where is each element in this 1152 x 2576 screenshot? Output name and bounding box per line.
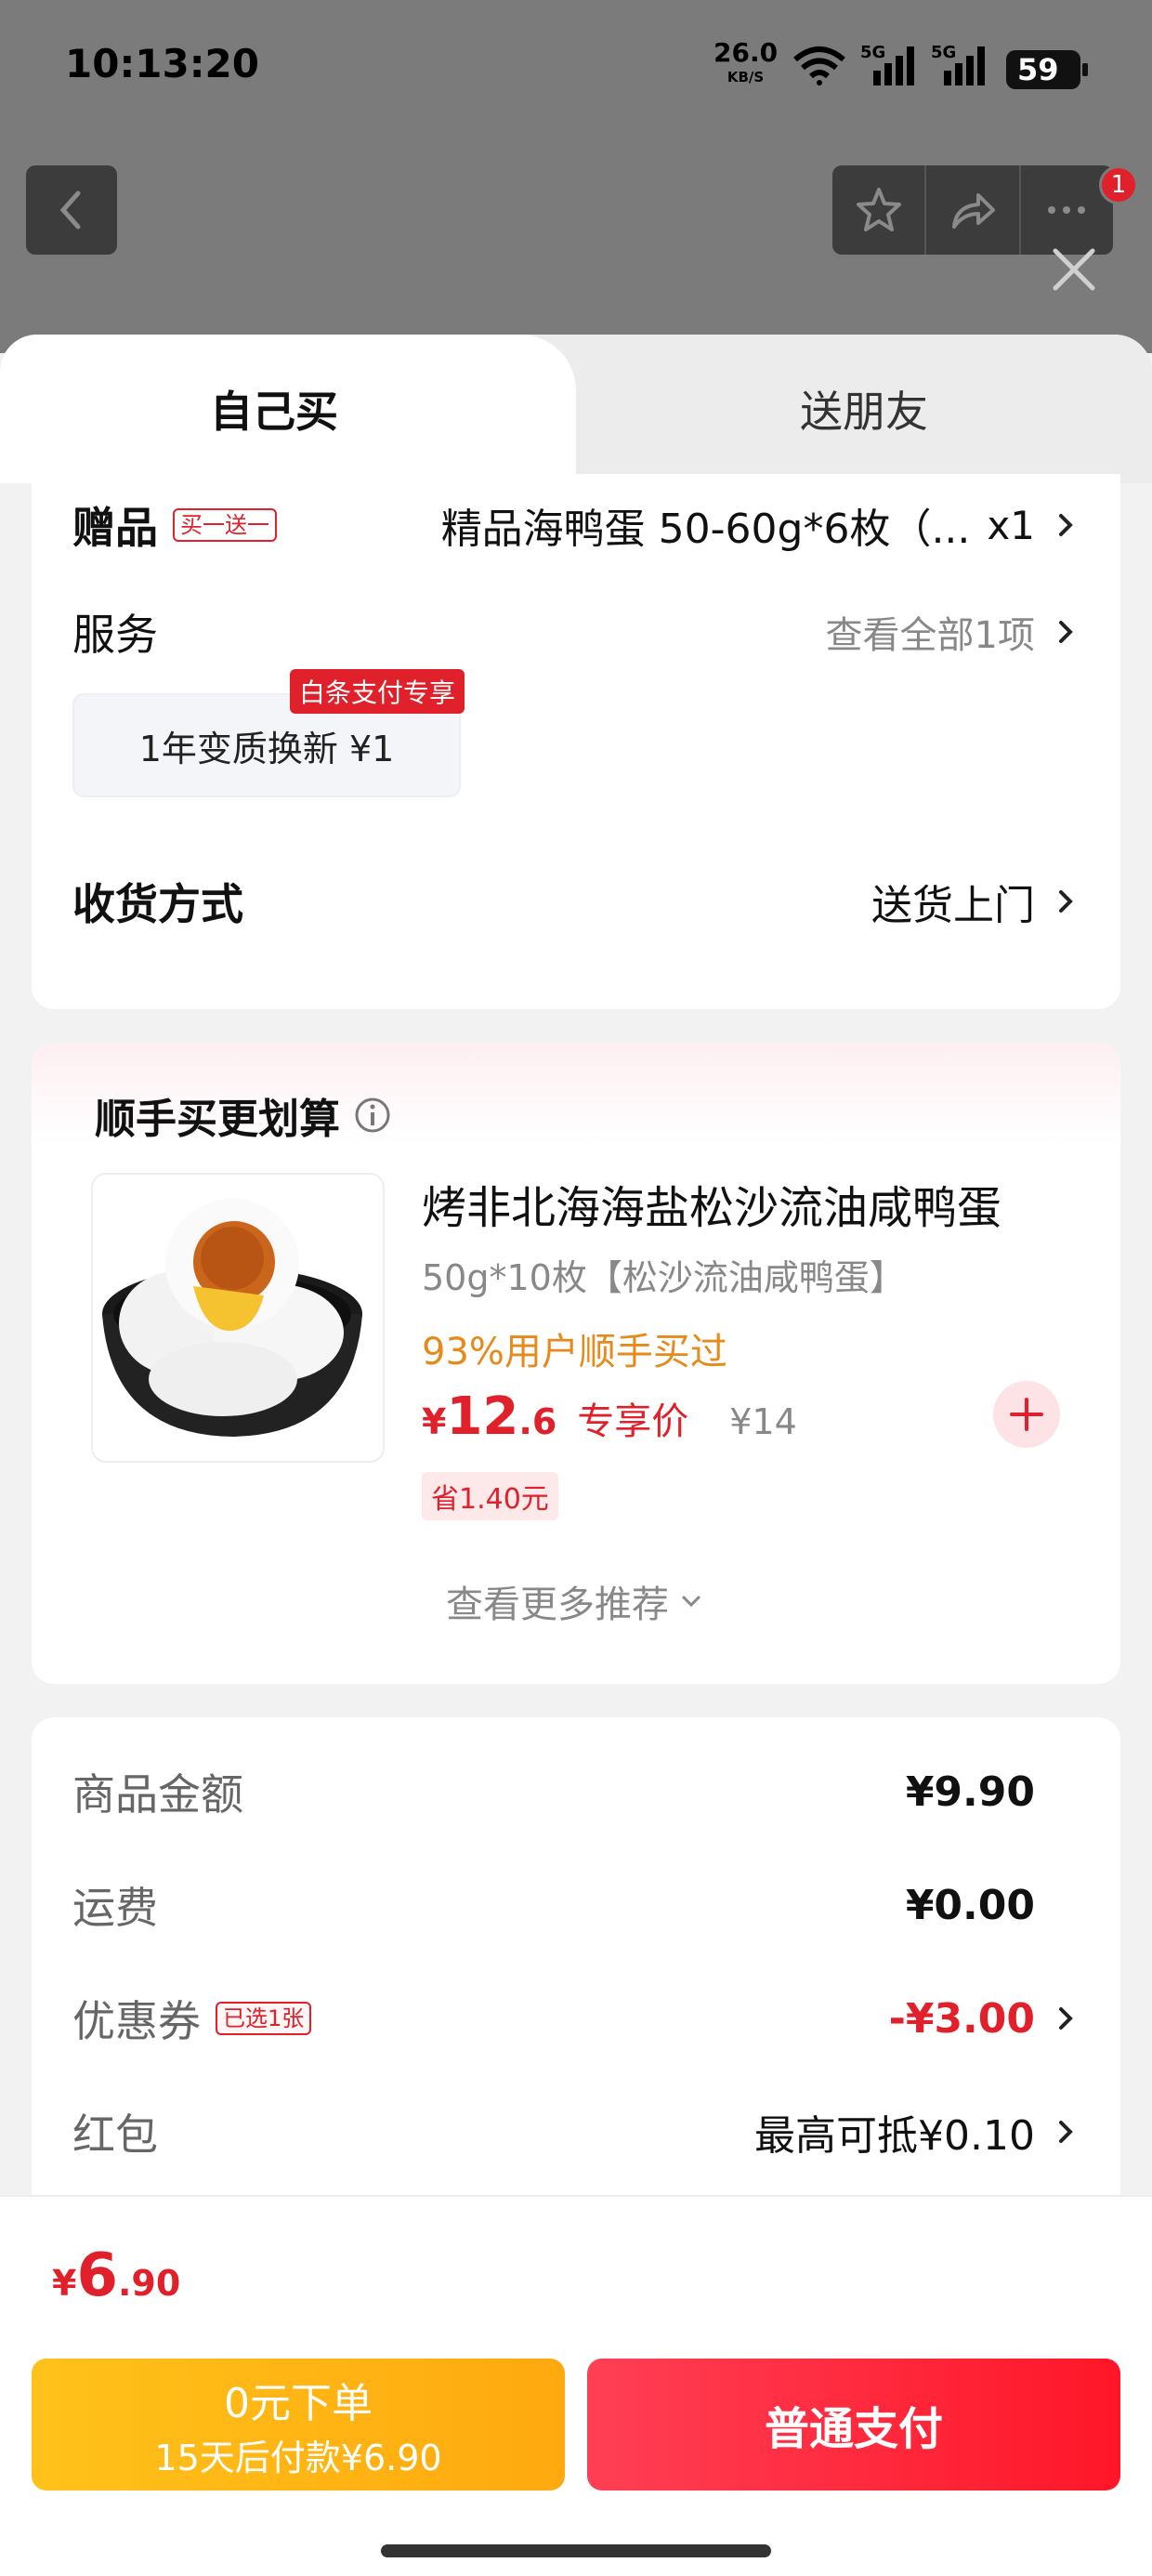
chevron-right-icon [1059,2121,1073,2143]
shipping-row: 运费 ¥0.00 [72,1859,1080,1952]
total-price: ¥ 6 .90 [52,2241,180,2310]
pay-later-button[interactable]: 0元下单 15天后付款¥6.90 [32,2359,565,2491]
service-row[interactable]: 服务 查看全部1项 [72,585,1080,678]
goods-amount-label: 商品金额 [72,1769,243,1820]
chevron-right-icon [1059,890,1073,913]
total-int: 6 [76,2241,118,2310]
coupon-row[interactable]: 优惠券 已选1张 -¥3.00 [72,1972,1080,2065]
delivery-value: 送货上门 [871,882,1035,929]
delivery-row[interactable]: 收货方式 送货上门 [72,846,1080,957]
chevron-right-icon [1059,2007,1073,2030]
coupon-label: 优惠券 [72,1996,201,2046]
delivery-label: 收货方式 [72,879,243,929]
price-dec: .6 [518,1401,557,1442]
price-symbol: ¥ [422,1401,447,1442]
redpack-value: 最高可抵¥0.10 [754,2112,1035,2160]
recommend-title: 顺手买更划算 [95,1096,340,1143]
gift-row[interactable]: 赠品 买一送一 精品海鸭蛋 50-60g*6枚（... x1 [72,474,1080,576]
home-indicator[interactable] [381,2544,771,2557]
redpack-value-wrap: 最高可抵¥0.10 [754,2102,1080,2162]
pay-later-line1: 0元下单 [224,2379,373,2427]
wifi-icon [793,46,845,85]
gift-value: 精品海鸭蛋 50-60g*6枚（... [440,506,971,553]
product-title[interactable]: 烤非北海海盐松沙流油咸鸭蛋 [422,1171,1001,1236]
notification-badge: 1 [1099,165,1138,204]
add-button[interactable] [993,1381,1060,1448]
status-bar: 10:13:20 26.0 KB/S 5G 5G 59 [0,0,1152,139]
price-label: 专享价 [577,1400,689,1443]
net-speed: 26.0 KB/S [713,40,778,89]
total-symbol: ¥ [52,2263,77,2304]
gift-tag: 买一送一 [173,508,277,542]
normal-pay-button[interactable]: 普通支付 [587,2359,1120,2491]
bottom-bar: ¥ 6 .90 0元下单 15天后付款¥6.90 普通支付 [0,2195,1152,2576]
view-more-text: 查看更多推荐 [446,1584,669,1626]
service-label: 服务 [72,610,158,660]
bought-text: 93%用户顺手买过 [422,1331,727,1373]
purchase-tabs: 送朋友 自己买 [0,335,1152,483]
total-dec: .90 [117,2263,181,2304]
info-icon[interactable] [353,1096,392,1135]
status-time: 10:13:20 [65,41,259,86]
product-image[interactable] [91,1173,385,1463]
more-dots-icon [1048,206,1086,214]
service-value: 查看全部1项 [825,614,1035,657]
net-speed-unit: KB/S [727,69,765,85]
order-info-card: 赠品 买一送一 精品海鸭蛋 50-60g*6枚（... x1 服务 查看全部1项… [32,474,1120,1009]
star-icon [856,188,901,231]
cell-signal-2-label: 5G [931,43,957,62]
back-button[interactable] [26,165,117,255]
chevron-down-icon [682,1596,700,1608]
tab-buy-self[interactable]: 自己买 [0,335,576,483]
price-int: 12 [446,1387,519,1447]
share-button[interactable] [926,165,1021,255]
duck-egg-image [102,1199,362,1437]
gift-label: 赠品 [72,503,158,553]
delivery-value-wrap: 送货上门 [871,872,1080,931]
chevron-left-icon [59,191,81,230]
gift-value-wrap: 精品海鸭蛋 50-60g*6枚（... x1 [441,495,1080,555]
original-price: ¥14 [729,1401,797,1442]
product-spec: 50g*10枚【松沙流油咸鸭蛋】 [422,1257,905,1298]
coupon-value-wrap: -¥3.00 [889,1995,1080,2043]
save-tag: 省1.40元 [422,1472,558,1520]
service-option-tag: 白条支付专享 [290,669,465,714]
cell-signal-2-icon: 5G [931,43,992,91]
shipping-label: 运费 [72,1883,158,1933]
recommend-card: 顺手买更划算 烤非北海海盐松沙流油咸鸭蛋 50g*10枚【松沙流油咸鸭蛋】 93… [32,1043,1120,1684]
chevron-right-icon [1059,621,1073,643]
coupon-value: -¥3.00 [888,1994,1035,2043]
recommend-header: 顺手买更划算 [95,1085,392,1145]
pay-later-line2: 15天后付款¥6.90 [154,2437,442,2478]
close-icon[interactable] [1046,242,1102,297]
favorite-button[interactable] [832,165,927,255]
service-value-wrap: 查看全部1项 [826,605,1080,659]
plus-icon [1010,1398,1043,1431]
coupon-tag: 已选1张 [216,2002,312,2035]
gift-qty: x1 [987,502,1035,548]
view-more-row[interactable]: 查看更多推荐 [32,1574,1120,1628]
share-icon [951,193,995,229]
cell-signal-1-icon: 5G [860,43,922,91]
summary-card: 商品金额 ¥9.90 运费 ¥0.00 优惠券 已选1张 -¥3.00 红包 最… [32,1717,1120,2238]
cell-signal-1-label: 5G [860,43,886,62]
goods-amount-row: 商品金额 ¥9.90 [72,1745,1080,1838]
redpack-row[interactable]: 红包 最高可抵¥0.10 [72,2085,1080,2178]
redpack-label: 红包 [72,2109,158,2160]
tab-send-friend[interactable]: 送朋友 [576,335,1152,483]
chevron-right-icon [1059,514,1073,536]
net-speed-value: 26.0 [713,37,779,68]
shipping-value: ¥0.00 [905,1881,1035,1929]
goods-amount-value: ¥9.90 [905,1768,1035,1816]
price-row: ¥ 12 .6 专享价 ¥14 [422,1387,797,1447]
battery-icon: 59 [1006,50,1088,89]
